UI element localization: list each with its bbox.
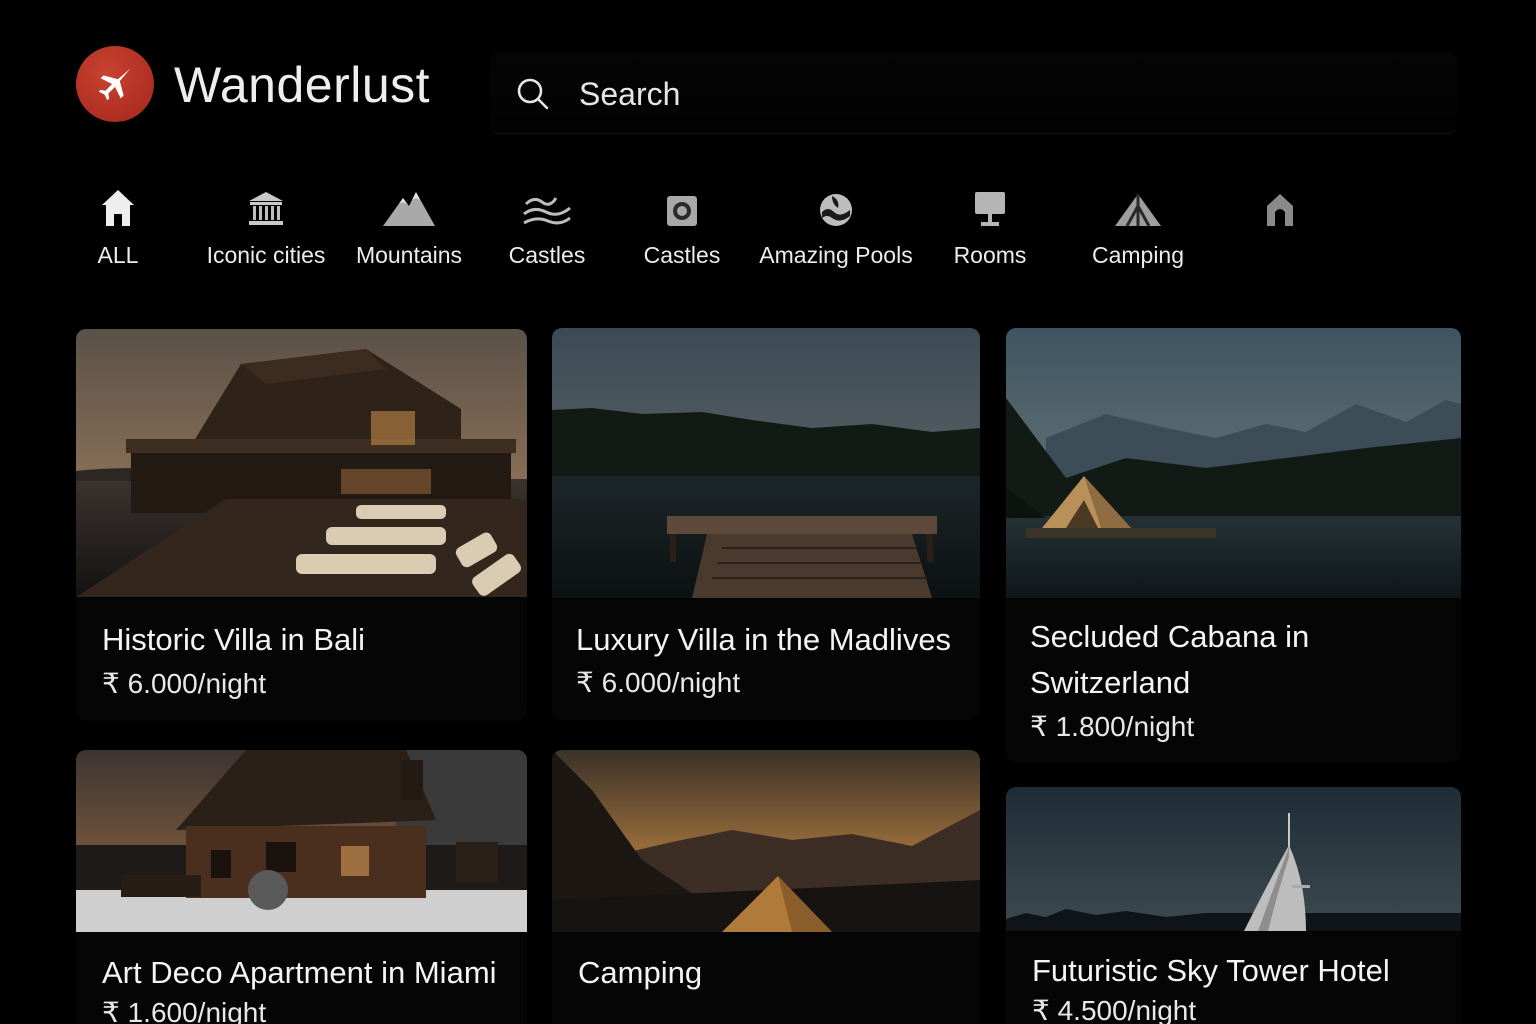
listing-price: ₹ 6.000/night (576, 667, 741, 698)
listing-photo[interactable] (76, 750, 527, 932)
listing-photo[interactable] (1006, 787, 1461, 931)
listing-price: ₹ 4.500/night (1032, 995, 1197, 1024)
category-camping[interactable]: Camping (1085, 184, 1191, 269)
listing-card[interactable]: Secluded Cabana in Switzerland ₹ 1.800/n… (1006, 328, 1461, 762)
listing-price: ₹ 1.800/night (1030, 711, 1195, 742)
house-icon (102, 190, 134, 226)
category-iconic-cities[interactable]: Iconic cities (200, 184, 332, 269)
listing-title[interactable]: Futuristic Sky Tower Hotel (1032, 948, 1390, 994)
listing-photo[interactable] (76, 329, 527, 597)
listing-title[interactable]: Luxury Villa in the Madlives (576, 617, 951, 663)
search-icon (517, 78, 549, 110)
category-label: Castles (508, 242, 586, 268)
listing-photo[interactable] (552, 328, 980, 598)
camera-icon (667, 196, 697, 226)
category-all[interactable]: ALL (92, 184, 144, 269)
category-label: Iconic cities (206, 242, 326, 268)
category-rooms[interactable]: Rooms (950, 184, 1030, 269)
mountain-icon (383, 192, 435, 226)
category-label: Mountains (355, 242, 463, 268)
category-mountains[interactable]: Mountains (350, 184, 468, 269)
listing-card[interactable]: Camping (552, 750, 980, 1024)
brand-name: Wanderlust (174, 57, 431, 113)
monitor-icon (975, 192, 1005, 226)
app-root: Wanderlust Search ALL Iconic cities Moun… (0, 0, 1536, 1024)
pool-icon (820, 194, 852, 226)
tent-icon (1115, 194, 1161, 227)
landmark-icon (249, 192, 283, 225)
waves-icon (523, 197, 571, 225)
listing-card[interactable]: Luxury Villa in the Madlives ₹ 6.000/nig… (552, 328, 980, 720)
listing-card[interactable]: Art Deco Apartment in Miami ₹ 1.600/nigh… (76, 750, 527, 1024)
category-label: Camping (1091, 242, 1185, 268)
listing-title[interactable]: Historic Villa in Bali (102, 617, 365, 663)
logo[interactable] (76, 46, 154, 122)
listing-title[interactable]: Camping (578, 950, 702, 996)
listing-card[interactable]: Historic Villa in Bali ₹ 6.000/night (76, 329, 527, 721)
listing-photo[interactable] (552, 750, 980, 932)
category-label: Castles (643, 242, 721, 268)
listing-card[interactable]: Futuristic Sky Tower Hotel ₹ 4.500/night (1006, 787, 1461, 1024)
listing-title-line[interactable]: Secluded Cabana in (1030, 614, 1309, 660)
airplane-icon (98, 68, 131, 101)
search-bar[interactable]: Search (490, 52, 1458, 134)
search-placeholder[interactable]: Search (579, 76, 680, 113)
category-more[interactable] (1263, 184, 1297, 242)
category-label: ALL (97, 242, 139, 268)
category-amazing-pools[interactable]: Amazing Pools (752, 184, 920, 269)
category-label: Amazing Pools (759, 242, 913, 268)
listing-title-line[interactable]: Switzerland (1030, 660, 1190, 706)
category-label: Rooms (953, 242, 1027, 268)
listing-photo[interactable] (1006, 328, 1461, 598)
arch-icon (1267, 194, 1293, 226)
listing-title[interactable]: Art Deco Apartment in Miami (102, 950, 497, 996)
listing-price: ₹ 6.000/night (102, 668, 267, 699)
category-castles-2[interactable]: Castles (637, 184, 727, 269)
listing-price: ₹ 1.600/night (102, 997, 267, 1024)
category-castles[interactable]: Castles (502, 184, 592, 269)
